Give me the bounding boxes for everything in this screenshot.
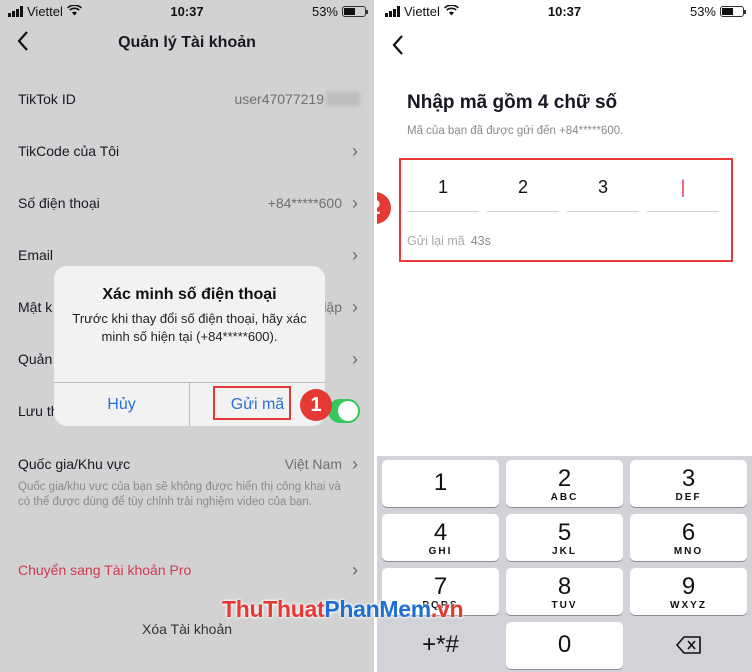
key-1[interactable]: 1 (382, 460, 499, 507)
chevron-right-icon: › (352, 296, 358, 317)
numeric-keypad: 1 2 ABC 3 DEF 4 GHI 5 JKL 6 MNO 7 PQRS 8 TUV 9W… (377, 456, 752, 672)
region-note: Quốc gia/khu vực của bạn sẽ không được h… (18, 481, 341, 508)
battery-icon (342, 6, 368, 17)
status-bar: Viettel 10:37 53% (377, 0, 752, 24)
dialog-message: Trước khi thay đổi số điện thoại, hãy xá… (72, 311, 307, 344)
page-title: Nhập mã gồm 4 chữ số (407, 92, 618, 113)
chevron-right-icon: › (352, 192, 358, 213)
chevron-right-icon: › (352, 453, 358, 474)
key-0[interactable]: 0 (506, 622, 623, 669)
row-value: Việt Nam (284, 456, 342, 472)
row-label: TikTok ID (18, 91, 76, 107)
step-badge: 1 (300, 389, 332, 421)
backspace-key[interactable] (630, 622, 747, 669)
row-phone[interactable]: Số điện thoại +84*****600 › (18, 189, 360, 217)
page-title: Quản lý Tài khoản (118, 34, 256, 51)
key-9[interactable]: 9 WXYZ (630, 568, 747, 615)
key-2[interactable]: 2 ABC (506, 460, 623, 507)
battery-percent: 53% (311, 4, 338, 19)
row-label: TikCode của Tôi (18, 143, 120, 159)
chevron-right-icon: › (352, 348, 358, 369)
row-value: lập (323, 299, 342, 315)
step-badge: 2 (377, 192, 391, 224)
account-management-screen: Viettel 10:37 53% Quản lý Tài khoản TikT… (0, 0, 374, 672)
row-label: Số điện thoại (18, 195, 100, 211)
highlight-box (213, 386, 291, 420)
row-value: user47077219 (234, 91, 324, 107)
backspace-icon (630, 634, 747, 660)
battery-icon (720, 6, 746, 17)
code-sent-message: Mã của bạn đã được gửi đến +84*****600. (407, 125, 624, 137)
key-4[interactable]: 4 GHI (382, 514, 499, 561)
key-symbols[interactable]: +*# (382, 622, 499, 669)
row-value: +84*****600 (267, 195, 342, 211)
key-8[interactable]: 8 TUV (506, 568, 623, 615)
status-bar: Viettel 10:37 53% (0, 0, 374, 24)
delete-account-button[interactable]: Xóa Tài khoản (0, 621, 374, 637)
dialog-title: Xác minh số điện thoại (102, 286, 277, 303)
row-label: Quốc gia/Khu vực (18, 456, 131, 472)
row-region[interactable]: Quốc gia/Khu vực Việt Nam › (18, 450, 360, 478)
key-6[interactable]: 6 MNO (630, 514, 747, 561)
switch-pro-label: Chuyển sang Tài khoản Pro (18, 562, 192, 578)
enter-code-screen: Viettel 10:37 53% Nhập mã gồm 4 chữ số M… (377, 0, 752, 672)
row-tiktok-id[interactable]: TikTok ID user47077219 (18, 85, 360, 113)
key-3[interactable]: 3 DEF (630, 460, 747, 507)
chevron-right-icon: › (352, 140, 358, 161)
chevron-right-icon: › (352, 559, 358, 580)
back-icon[interactable] (391, 34, 405, 61)
cancel-button[interactable]: Hủy (54, 383, 190, 426)
save-login-toggle[interactable] (328, 399, 360, 423)
row-email[interactable]: Email › (18, 241, 360, 269)
row-switch-pro[interactable]: Chuyển sang Tài khoản Pro › (18, 556, 360, 584)
battery-percent: 53% (689, 4, 716, 19)
row-tikcode[interactable]: TikCode của Tôi › (18, 137, 360, 165)
row-label: Email (18, 247, 54, 263)
highlight-box (399, 158, 733, 262)
key-5[interactable]: 5 JKL (506, 514, 623, 561)
chevron-right-icon: › (352, 244, 358, 265)
watermark: ThuThuatPhanMem.vn (222, 596, 464, 622)
redacted-id (326, 92, 360, 106)
